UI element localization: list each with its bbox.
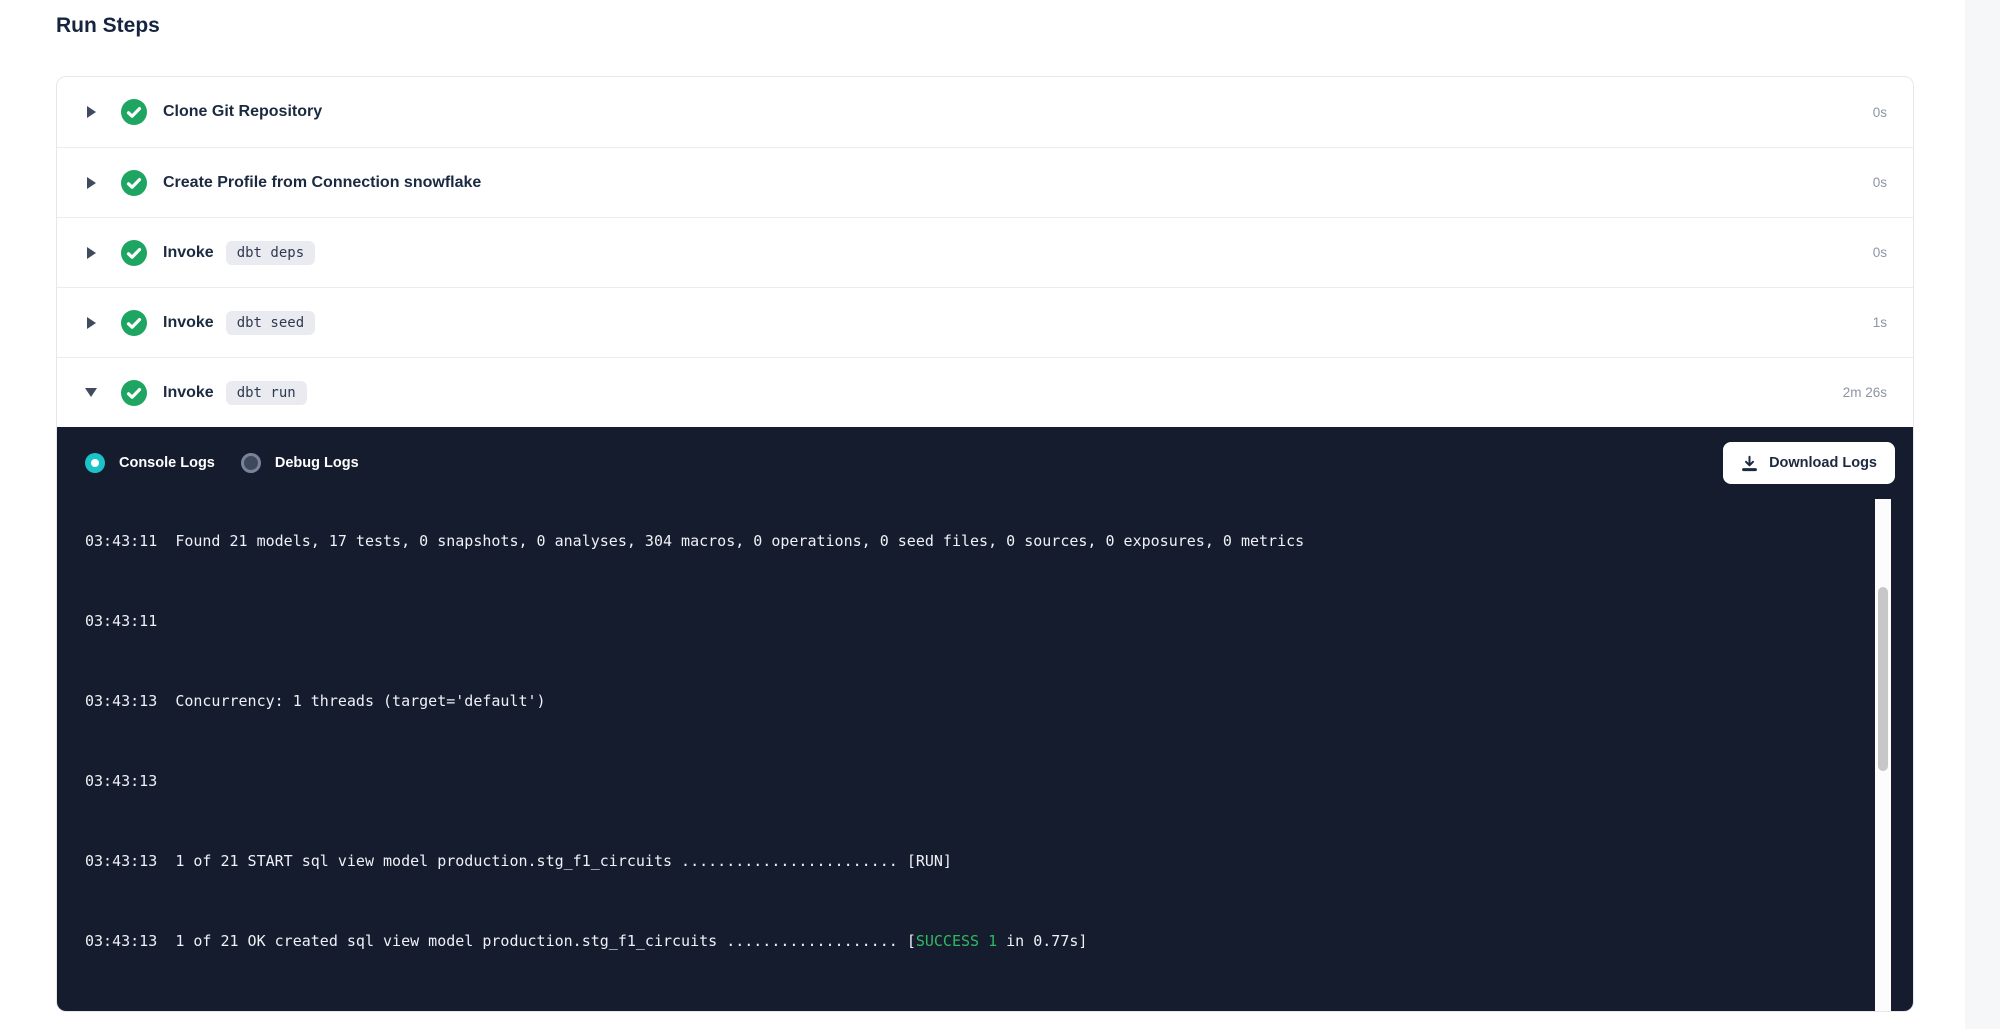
radio-unselected-icon[interactable] bbox=[241, 453, 261, 473]
step-command-badge: dbt run bbox=[226, 381, 307, 405]
log-line: 03:43:13 Concurrency: 1 threads (target=… bbox=[85, 691, 1913, 711]
step-duration: 2m 26s bbox=[1843, 385, 1887, 400]
log-message: 1 of 21 OK created sql view model produc… bbox=[175, 932, 907, 950]
log-line: 03:43:13 1 of 21 OK created sql view mod… bbox=[85, 931, 1913, 951]
step-title: Invoke bbox=[163, 384, 214, 402]
log-line: 03:43:11 Found 21 models, 17 tests, 0 sn… bbox=[85, 531, 1913, 551]
console-log-viewport[interactable]: 03:43:11 Found 21 models, 17 tests, 0 sn… bbox=[57, 499, 1913, 1011]
radio-console-logs-label: Console Logs bbox=[119, 455, 215, 471]
run-steps-page: Run Steps Clone Git Repository 0s Create… bbox=[0, 0, 2000, 1012]
log-timestamp: 03:43:13 bbox=[85, 852, 175, 870]
radio-debug-logs[interactable]: Debug Logs bbox=[241, 453, 359, 473]
log-status-success: SUCCESS 1 bbox=[916, 932, 997, 950]
log-line: 03:43:13 bbox=[85, 771, 1913, 791]
caret-icon[interactable] bbox=[85, 245, 97, 261]
success-check-icon bbox=[121, 170, 147, 196]
run-steps-card: Clone Git Repository 0s Create Profile f… bbox=[56, 76, 1914, 1012]
step-command-badge: dbt seed bbox=[226, 311, 315, 335]
log-scrollbar-track[interactable] bbox=[1875, 499, 1891, 1011]
log-line: 03:43:13 1 of 21 START sql view model pr… bbox=[85, 851, 1913, 871]
steps-list: Clone Git Repository 0s Create Profile f… bbox=[57, 77, 1913, 427]
log-status-bracket: [RUN] bbox=[907, 852, 952, 870]
log-message: Found 21 models, 17 tests, 0 snapshots, … bbox=[175, 532, 1304, 550]
step-row[interactable]: Create Profile from Connection snowflake… bbox=[57, 147, 1913, 217]
step-row[interactable]: Invoke dbt run 2m 26s bbox=[57, 357, 1913, 427]
caret-icon[interactable] bbox=[85, 315, 97, 331]
log-message: Concurrency: 1 threads (target='default'… bbox=[175, 692, 545, 710]
step-duration: 0s bbox=[1873, 245, 1887, 260]
step-command-badge: dbt deps bbox=[226, 241, 315, 265]
log-lines: 03:43:11 Found 21 models, 17 tests, 0 sn… bbox=[85, 499, 1913, 1011]
radio-console-logs[interactable]: Console Logs bbox=[85, 453, 215, 473]
step-title: Clone Git Repository bbox=[163, 103, 322, 121]
log-scrollbar-thumb[interactable] bbox=[1878, 587, 1888, 771]
success-check-icon bbox=[121, 99, 147, 125]
radio-debug-logs-label: Debug Logs bbox=[275, 455, 359, 471]
log-timestamp: 03:43:13 bbox=[85, 932, 175, 950]
log-status-rest: in 0.77s] bbox=[997, 932, 1087, 950]
step-row[interactable]: Invoke dbt deps 0s bbox=[57, 217, 1913, 287]
log-timestamp: 03:43:11 bbox=[85, 532, 175, 550]
step-duration: 0s bbox=[1873, 105, 1887, 120]
log-timestamp: 03:43:11 bbox=[85, 612, 175, 630]
log-line: 03:43:11 bbox=[85, 611, 1913, 631]
step-title: Invoke bbox=[163, 314, 214, 332]
log-status-bracket: [ bbox=[907, 932, 916, 950]
caret-icon[interactable] bbox=[85, 104, 97, 120]
radio-selected-icon[interactable] bbox=[85, 453, 105, 473]
step-duration: 1s bbox=[1873, 315, 1887, 330]
step-title: Create Profile from Connection snowflake bbox=[163, 174, 481, 192]
log-toolbar: Console Logs Debug Logs Download Logs bbox=[57, 427, 1913, 499]
download-logs-label: Download Logs bbox=[1769, 455, 1877, 471]
page-title: Run Steps bbox=[56, 13, 2000, 39]
log-message: 1 of 21 START sql view model production.… bbox=[175, 852, 907, 870]
log-panel: Console Logs Debug Logs Download Logs bbox=[57, 427, 1913, 1011]
step-duration: 0s bbox=[1873, 175, 1887, 190]
download-icon bbox=[1741, 455, 1758, 472]
download-logs-button[interactable]: Download Logs bbox=[1723, 442, 1895, 484]
step-row[interactable]: Invoke dbt seed 1s bbox=[57, 287, 1913, 357]
page-right-gutter bbox=[1965, 0, 2000, 1029]
step-title: Invoke bbox=[163, 244, 214, 262]
caret-icon[interactable] bbox=[85, 385, 97, 401]
success-check-icon bbox=[121, 240, 147, 266]
caret-icon[interactable] bbox=[85, 175, 97, 191]
log-timestamp: 03:43:13 bbox=[85, 692, 175, 710]
success-check-icon bbox=[121, 380, 147, 406]
success-check-icon bbox=[121, 310, 147, 336]
log-timestamp: 03:43:13 bbox=[85, 772, 175, 790]
step-row[interactable]: Clone Git Repository 0s bbox=[57, 77, 1913, 147]
